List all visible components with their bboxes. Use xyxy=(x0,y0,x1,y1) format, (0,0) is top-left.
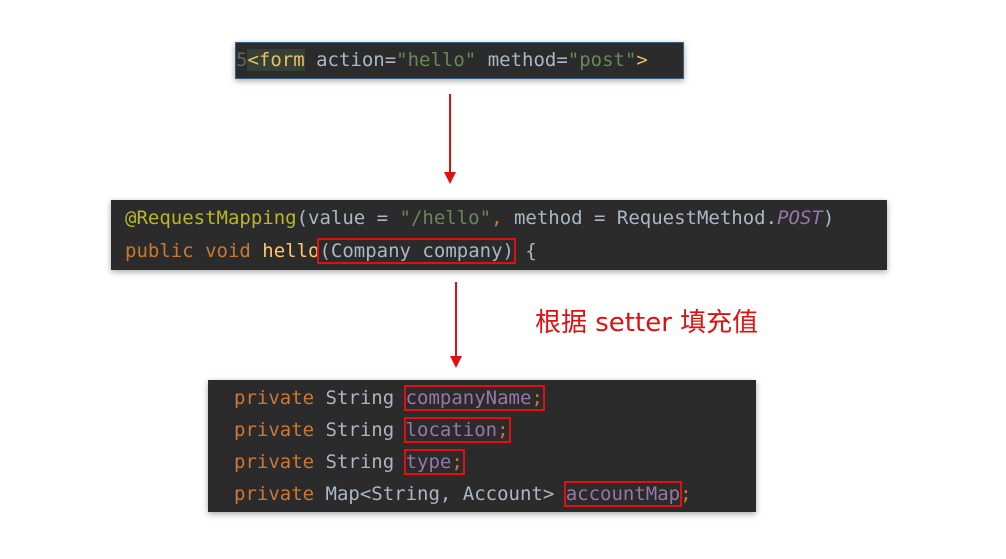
fields-code-panel: private String companyName; private Stri… xyxy=(208,380,756,512)
field-line-type: private String type; xyxy=(234,449,465,475)
form-tag-close: > xyxy=(636,49,648,71)
field-type: String xyxy=(325,451,406,473)
method-signature-line: public void hello(Company company) { xyxy=(125,238,537,264)
field-modifier: private xyxy=(234,483,326,505)
field-name-company-name: companyName xyxy=(405,387,532,409)
mapping-paren-open: (value = xyxy=(296,207,400,229)
form-attr-action-name: action= xyxy=(304,49,397,71)
method-name: hello xyxy=(262,240,320,262)
form-code-panel: 5<form action="hello" method="post"> xyxy=(235,42,684,79)
field-line-location: private String location; xyxy=(234,417,511,443)
request-mapping-line: @RequestMapping(value = "/hello", method… xyxy=(125,206,834,230)
form-attr-action-value: "hello" xyxy=(396,49,477,71)
down-arrow-1 xyxy=(444,94,456,184)
request-mapping-annotation: @RequestMapping xyxy=(125,207,297,229)
controller-code-panel: @RequestMapping(value = "/hello", method… xyxy=(111,200,887,270)
gutter-marker: 5 xyxy=(236,49,248,71)
void-keyword: void xyxy=(205,240,263,262)
field-modifier: private xyxy=(234,451,326,473)
field-name-type: type xyxy=(405,451,452,473)
mapping-method-const: POST xyxy=(777,207,823,229)
mapping-comma: , xyxy=(491,207,514,229)
field-line-account-map: private Map<String, Account> accountMap; xyxy=(234,481,692,507)
field-semicolon: ; xyxy=(680,483,692,505)
field-type: String xyxy=(325,419,406,441)
field-semicolon: ; xyxy=(531,387,543,409)
field-modifier: private xyxy=(234,419,326,441)
public-keyword: public xyxy=(125,240,206,262)
field-type: String xyxy=(325,387,406,409)
field-modifier: private xyxy=(234,387,326,409)
mapping-value-string: "/hello" xyxy=(399,207,492,229)
mapping-method: method = RequestMethod. xyxy=(513,207,778,229)
form-code-line: 5<form action="hello" method="post"> xyxy=(236,48,648,72)
form-attr-method-value: "post" xyxy=(567,49,637,71)
field-semicolon: ; xyxy=(497,419,509,441)
field-name-account-map: accountMap xyxy=(565,483,681,505)
open-brace: { xyxy=(513,240,537,262)
field-type: Map<String, Account> xyxy=(325,483,566,505)
field-semicolon: ; xyxy=(451,451,463,473)
down-arrow-2 xyxy=(450,282,462,368)
field-name-location: location xyxy=(405,419,498,441)
field-line-company-name: private String companyName; xyxy=(234,385,545,411)
company-param-highlight: (Company company) xyxy=(317,238,516,264)
mapping-paren-close: ) xyxy=(822,207,835,229)
setter-annotation-text: 根据 setter 填充值 xyxy=(535,308,759,338)
form-tag-open: <form xyxy=(247,49,305,71)
form-attr-method-name: method= xyxy=(476,49,568,71)
